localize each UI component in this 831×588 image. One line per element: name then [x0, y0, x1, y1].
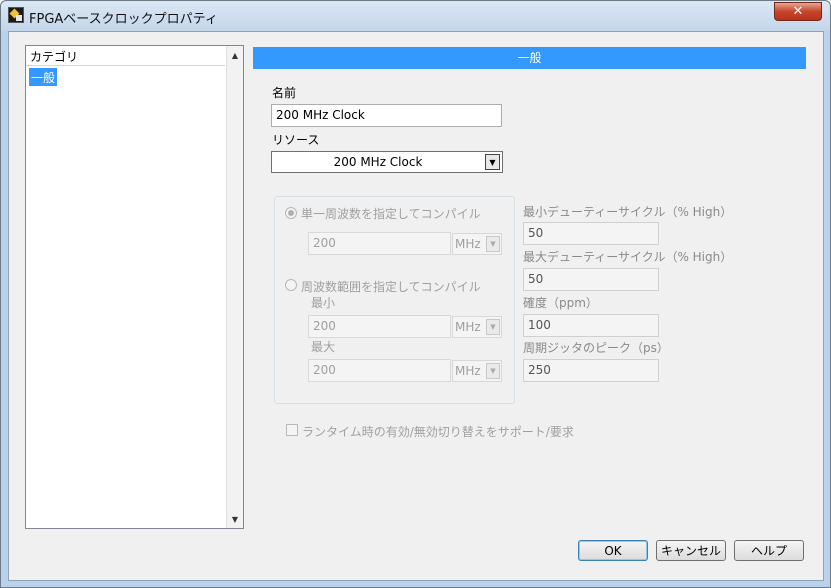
range-min-unit-value: MHz	[455, 320, 481, 334]
resource-dropdown[interactable]: 200 MHz Clock ▼	[271, 151, 503, 173]
range-min-label: 最小	[311, 296, 336, 310]
scroll-down-icon[interactable]: ▼	[227, 511, 243, 527]
single-frequency-unit[interactable]: MHz ▼	[452, 233, 502, 255]
range-max-unit-value: MHz	[455, 364, 481, 378]
frequency-range-radio[interactable]	[285, 279, 297, 291]
jitter-label: 周期ジッタのピーク（ps）	[523, 341, 669, 355]
single-frequency-unit-value: MHz	[455, 237, 481, 251]
chevron-down-icon[interactable]: ▼	[486, 319, 500, 335]
category-header: カテゴリ	[26, 46, 225, 66]
category-list: カテゴリ 一般 ▲ ▼	[25, 45, 244, 529]
range-min-unit[interactable]: MHz ▼	[452, 316, 502, 338]
resource-value: 200 MHz Clock	[333, 155, 423, 169]
name-input[interactable]: 200 MHz Clock	[271, 104, 502, 127]
scroll-up-icon[interactable]: ▲	[227, 47, 243, 63]
accuracy-input[interactable]: 100	[523, 314, 659, 337]
max-duty-input[interactable]: 50	[523, 268, 659, 291]
min-duty-input[interactable]: 50	[523, 222, 659, 245]
resource-label: リソース	[272, 133, 320, 147]
title-bar[interactable]: FPGAベースクロックプロパティ ✕	[1, 1, 830, 31]
cancel-button[interactable]: キャンセル	[656, 540, 726, 561]
help-button[interactable]: ヘルプ	[734, 540, 804, 561]
range-max-input[interactable]: 200	[308, 359, 451, 382]
close-icon: ✕	[792, 4, 804, 19]
frequency-range-label: 周波数範囲を指定してコンパイル	[301, 280, 481, 294]
chevron-down-icon[interactable]: ▼	[486, 363, 500, 379]
range-min-input[interactable]: 200	[308, 315, 451, 338]
dialog-client: カテゴリ 一般 ▲ ▼ 一般 名前 200 MHz Clock リソース 200…	[8, 31, 824, 581]
name-label: 名前	[272, 86, 297, 100]
ok-button[interactable]: OK	[578, 540, 648, 561]
app-icon	[8, 7, 24, 23]
runtime-toggle-checkbox[interactable]	[286, 424, 298, 436]
dialog-window: FPGAベースクロックプロパティ ✕ カテゴリ 一般 ▲ ▼ 一般 名前 200…	[0, 0, 831, 588]
range-max-label: 最大	[311, 340, 336, 354]
section-title: 一般	[253, 47, 806, 69]
jitter-input[interactable]: 250	[523, 359, 659, 382]
category-item-general[interactable]: 一般	[29, 68, 58, 86]
single-frequency-label: 単一周波数を指定してコンパイル	[301, 207, 481, 221]
single-frequency-radio[interactable]	[285, 207, 297, 219]
accuracy-label: 確度（ppm）	[523, 296, 598, 310]
chevron-down-icon[interactable]: ▼	[485, 154, 500, 170]
runtime-toggle-label: ランタイム時の有効/無効切り替えをサポート/要求	[302, 425, 574, 439]
range-max-unit[interactable]: MHz ▼	[452, 360, 502, 382]
category-scrollbar[interactable]: ▲ ▼	[226, 46, 243, 528]
single-frequency-input[interactable]: 200	[308, 232, 451, 255]
close-button[interactable]: ✕	[774, 2, 822, 21]
min-duty-label: 最小デューティーサイクル（% High）	[523, 205, 733, 219]
max-duty-label: 最大デューティーサイクル（% High）	[523, 250, 733, 264]
chevron-down-icon[interactable]: ▼	[486, 236, 500, 252]
window-title: FPGAベースクロックプロパティ	[29, 12, 218, 27]
